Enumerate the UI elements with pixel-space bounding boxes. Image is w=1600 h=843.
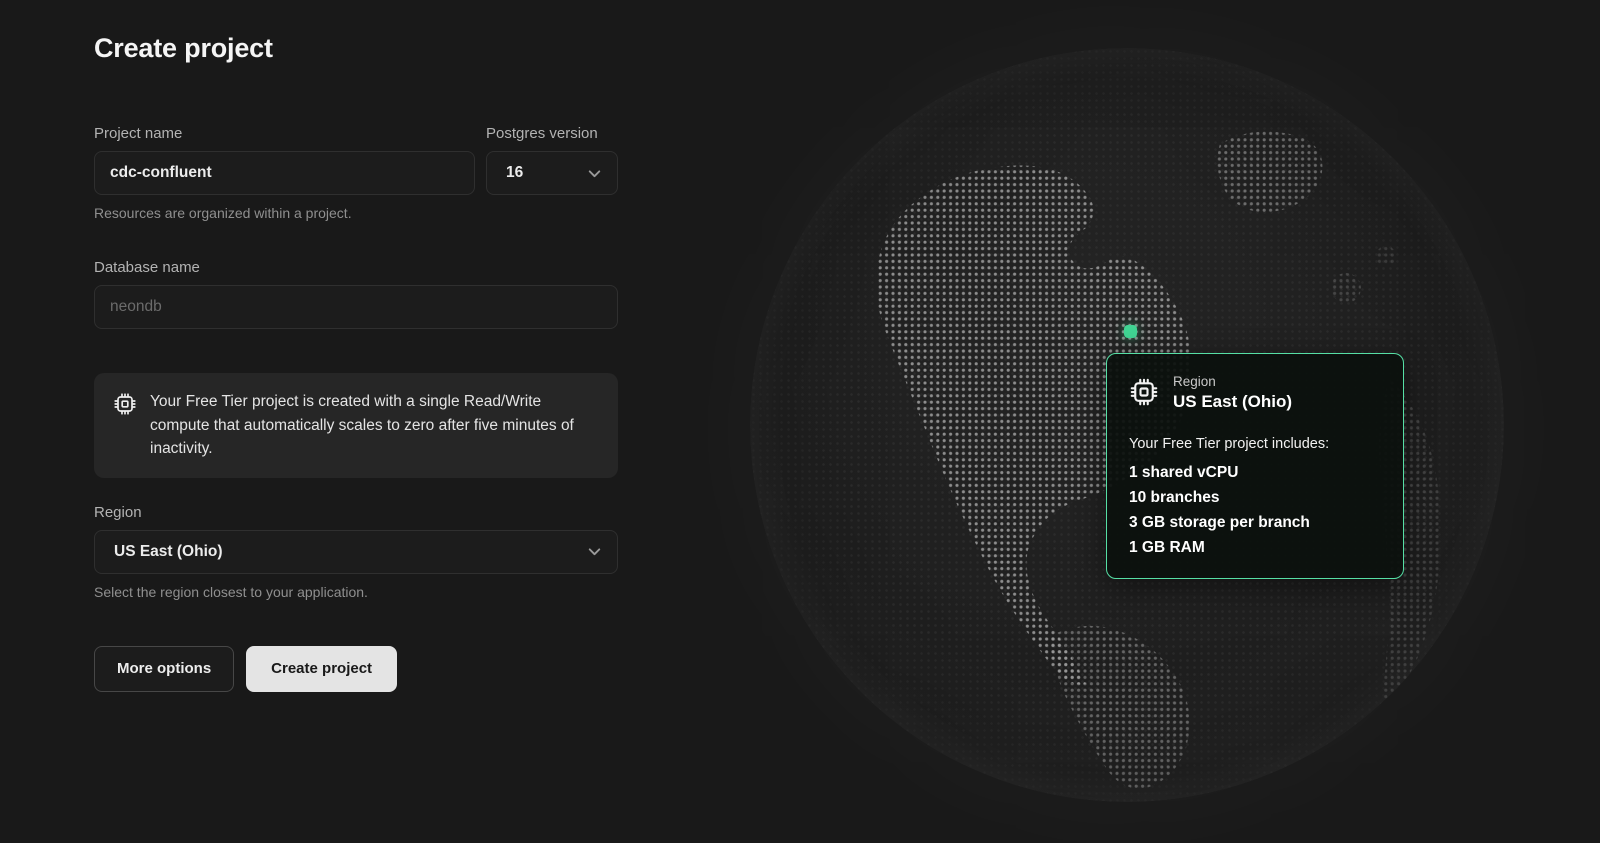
region-select[interactable]: US East (Ohio) [94,530,618,574]
postgres-version-select[interactable]: 16 [486,151,618,195]
tooltip-include-item: 3 GB storage per branch [1129,510,1381,535]
region-field: Region US East (Ohio) Select the region … [94,504,618,600]
region-helper: Select the region closest to your applic… [94,584,618,600]
free-tier-note-text: Your Free Tier project is created with a… [150,390,599,461]
database-name-label: Database name [94,259,618,276]
create-project-button[interactable]: Create project [246,646,397,692]
postgres-version-value: 16 [506,164,523,182]
tooltip-includes-heading: Your Free Tier project includes: [1129,436,1381,452]
tooltip-include-item: 1 GB RAM [1129,535,1381,560]
cpu-chip-icon [113,392,137,416]
project-name-field: Project name [94,125,475,195]
region-marker-dot [1124,325,1137,338]
region-value: US East (Ohio) [114,543,223,561]
database-name-field: Database name [94,259,618,329]
tooltip-region-label: Region [1173,374,1292,389]
tooltip-include-item: 10 branches [1129,485,1381,510]
postgres-version-field: Postgres version 16 [486,125,618,195]
create-project-form: Create project Project name Postgres ver… [94,33,618,692]
chevron-down-icon [586,543,603,560]
cpu-chip-icon [1129,377,1159,407]
database-name-input[interactable] [94,285,618,329]
page-title: Create project [94,33,618,64]
postgres-version-label: Postgres version [486,125,618,142]
tooltip-region-value: US East (Ohio) [1173,392,1292,412]
chevron-down-icon [586,165,603,182]
tooltip-include-item: 1 shared vCPU [1129,460,1381,485]
tooltip-includes-list: 1 shared vCPU10 branches3 GB storage per… [1129,460,1381,560]
more-options-button[interactable]: More options [94,646,234,692]
project-name-input[interactable] [94,151,475,195]
project-name-helper: Resources are organized within a project… [94,205,618,221]
region-tooltip: Region US East (Ohio) Your Free Tier pro… [1106,353,1404,579]
free-tier-note: Your Free Tier project is created with a… [94,373,618,478]
region-label: Region [94,504,618,521]
project-name-label: Project name [94,125,475,142]
